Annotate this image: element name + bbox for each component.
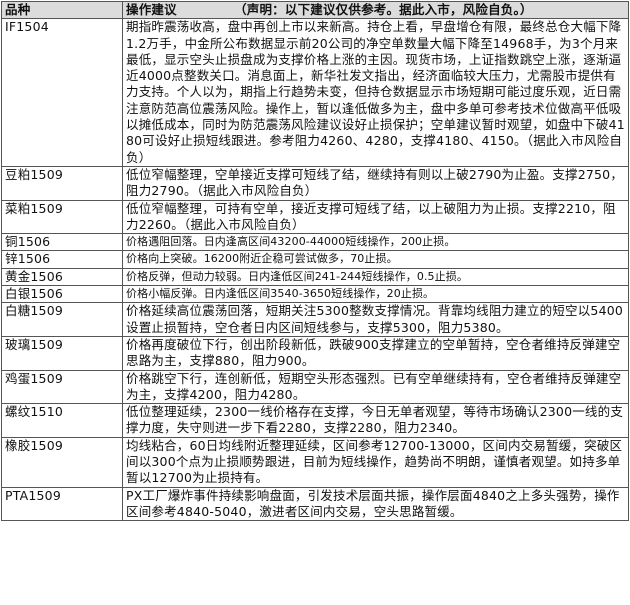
table-row: 铜1506 价格遇阻回落。日内逢高区间43200-44000短线操作，200止损… [1,233,629,252]
table-row: PTA1509 PX工厂爆炸事件持续影响盘面，引发技术层面共振，操作层面4840… [1,486,629,522]
variety-cell: 鸡蛋1509 [1,369,123,405]
variety-cell: 豆粕1509 [1,165,123,201]
table-row: 黄金1506 价格反弹，但动力较弱。日内逢低区间241-244短线操作，0.5止… [1,267,629,287]
header-row: 品种 操作建议 （声明：以下建议仅供参考。据此入市，风险自负。） [1,0,629,20]
variety-cell: 白糖1509 [1,302,123,337]
variety-cell: 橡胶1509 [1,436,123,488]
table-row: 豆粕1509 低位窄幅整理，空单接近支撑可短线了结，继续持有则以上破2790为止… [1,165,629,201]
advice-cell: 低位窄幅整理，空单接近支撑可短线了结，继续持有则以上破2790为止盈。支撑275… [122,165,629,201]
advice-cell: 均线粘合，60日均线附近整理延续，区间参考12700-13000，区间内交易暂缓… [122,436,629,488]
advice-cell: 价格延续高位震荡回落，短期关注5300整数支撑情况。背靠均线阻力建立的短空以54… [122,302,629,337]
advice-cell: 价格再度破位下行，创出阶段新低，跌破900支撑建立的空单暂持，空仓者维持反弹建空… [122,335,629,371]
table-row: IF1504 期指昨震荡收高，盘中再创上市以来新高。持仓上看，早盘增仓有限，最终… [1,18,629,167]
table-row: 玻璃1509 价格再度破位下行，创出阶段新低，跌破900支撑建立的空单暂持，空仓… [1,335,629,371]
variety-header: 品种 [1,0,123,20]
advice-header: 操作建议 （声明：以下建议仅供参考。据此入市，风险自负。） [122,0,629,20]
table-row: 锌1506 价格向上突破。16200附近企稳可尝试做多，70止损。 [1,250,629,269]
advice-table: 品种 操作建议 （声明：以下建议仅供参考。据此入市，风险自负。） IF1504 … [1,0,629,522]
advice-cell: 价格遇阻回落。日内逢高区间43200-44000短线操作，200止损。 [122,233,629,252]
table-row: 白糖1509 价格延续高位震荡回落，短期关注5300整数支撑情况。背靠均线阻力建… [1,302,629,337]
variety-cell: 玻璃1509 [1,335,123,371]
table-row: 白银1506 价格小幅反弹。日内逢低区间3540-3650短线操作，20止损。 [1,285,629,304]
table-row: 鸡蛋1509 价格跳空下行，连创新低，短期空头形态强烈。已有空单继续持有，空仓者… [1,369,629,405]
table-row: 菜粕1509 低位窄幅整理，可持有空单，接近支撑可短线了结，以上破阻力为止损。支… [1,199,629,235]
variety-cell: 铜1506 [1,233,123,252]
variety-cell: PTA1509 [1,486,123,522]
variety-cell: 锌1506 [1,250,123,269]
advice-cell: 期指昨震荡收高，盘中再创上市以来新高。持仓上看，早盘增仓有限，最终总仓大幅下降1… [122,18,629,167]
advice-cell: 价格反弹，但动力较弱。日内逢低区间241-244短线操作，0.5止损。 [122,267,629,287]
table-row: 橡胶1509 均线粘合，60日均线附近整理延续，区间参考12700-13000，… [1,436,629,488]
advice-cell: PX工厂爆炸事件持续影响盘面，引发技术层面共振，操作层面4840之上多头强势，操… [122,486,629,522]
advice-cell: 价格小幅反弹。日内逢低区间3540-3650短线操作，20止损。 [122,285,629,304]
variety-cell: 菜粕1509 [1,199,123,235]
disclaimer: （声明：以下建议仅供参考。据此入市，风险自负。） [234,2,533,17]
variety-cell: 白银1506 [1,285,123,304]
advice-header-label: 操作建议 [126,2,177,17]
variety-cell: 螺纹1510 [1,403,123,438]
advice-cell: 价格跳空下行，连创新低，短期空头形态强烈。已有空单继续持有，空仓者维持反弹建空为… [122,369,629,405]
advice-cell: 低位窄幅整理，可持有空单，接近支撑可短线了结，以上破阻力为止损。支撑2210，阻… [122,199,629,235]
variety-cell: 黄金1506 [1,267,123,287]
table-row: 螺纹1510 低位整理延续，2300一线价格存在支撑，今日无单者观望，等待市场确… [1,403,629,438]
advice-cell: 低位整理延续，2300一线价格存在支撑，今日无单者观望，等待市场确认2300一线… [122,403,629,438]
advice-cell: 价格向上突破。16200附近企稳可尝试做多，70止损。 [122,250,629,269]
variety-cell: IF1504 [1,18,123,167]
